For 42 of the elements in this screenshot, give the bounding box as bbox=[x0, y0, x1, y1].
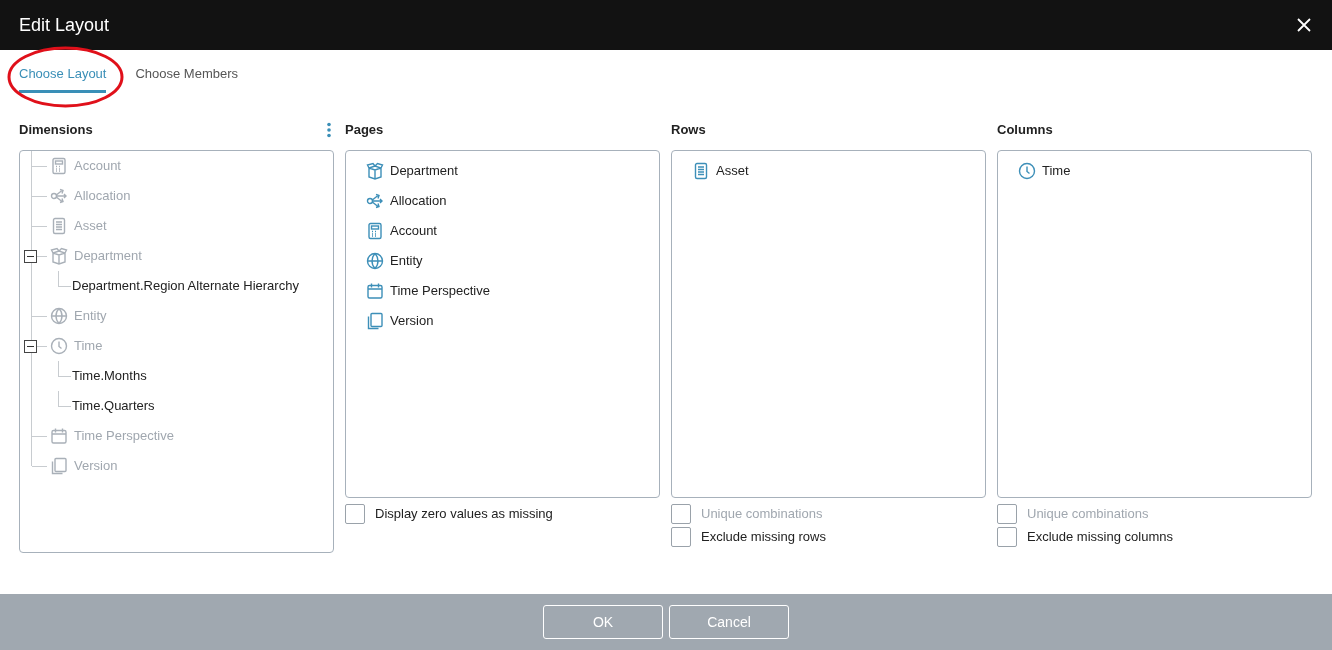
section-heading: Columns bbox=[997, 121, 1053, 140]
copy-icon bbox=[366, 312, 384, 330]
checkbox[interactable] bbox=[671, 527, 691, 547]
checkbox-label: Unique combinations bbox=[1027, 505, 1149, 524]
globe-icon bbox=[50, 307, 68, 325]
more-options-icon[interactable] bbox=[324, 120, 334, 140]
panel-item[interactable]: Allocation bbox=[390, 191, 447, 211]
section-heading: Dimensions bbox=[19, 121, 93, 140]
copy-icon bbox=[50, 457, 68, 475]
share-icon bbox=[366, 192, 384, 210]
section-heading: Rows bbox=[671, 121, 706, 140]
panel-item[interactable]: Version bbox=[390, 311, 434, 331]
globe-icon bbox=[366, 252, 384, 270]
panel-item[interactable]: Time Perspective bbox=[390, 281, 490, 301]
checkbox[interactable] bbox=[345, 504, 365, 524]
section-heading: Pages bbox=[345, 121, 384, 140]
checkbox-label: Exclude missing columns bbox=[1027, 528, 1173, 547]
tree-connector-line bbox=[58, 391, 71, 407]
box-icon bbox=[50, 247, 68, 265]
calculator-icon bbox=[366, 222, 384, 240]
document-icon bbox=[692, 162, 710, 180]
document-icon bbox=[50, 217, 68, 235]
panel-item[interactable]: Entity bbox=[390, 251, 423, 271]
checkbox-label: Unique combinations bbox=[701, 505, 823, 524]
tree-connector-line bbox=[58, 361, 71, 377]
calendar-icon bbox=[366, 282, 384, 300]
checkbox[interactable] bbox=[997, 527, 1017, 547]
calculator-icon bbox=[50, 157, 68, 175]
panel-item[interactable]: Department bbox=[390, 161, 458, 181]
calendar-icon bbox=[50, 427, 68, 445]
tree-connector-line bbox=[58, 271, 71, 287]
panel-item[interactable]: Account bbox=[390, 221, 437, 241]
share-icon bbox=[50, 187, 68, 205]
tab[interactable]: Choose Members bbox=[135, 62, 239, 93]
clock-icon bbox=[1018, 162, 1036, 180]
dialog-title: Edit Layout bbox=[19, 13, 110, 37]
clock-icon bbox=[50, 337, 68, 355]
checkbox-label: Exclude missing rows bbox=[701, 528, 826, 547]
checkbox-label: Display zero values as missing bbox=[375, 505, 553, 524]
panel-item[interactable]: Asset bbox=[716, 161, 749, 181]
box-icon bbox=[366, 162, 384, 180]
panel-item[interactable]: Time bbox=[1042, 161, 1071, 181]
